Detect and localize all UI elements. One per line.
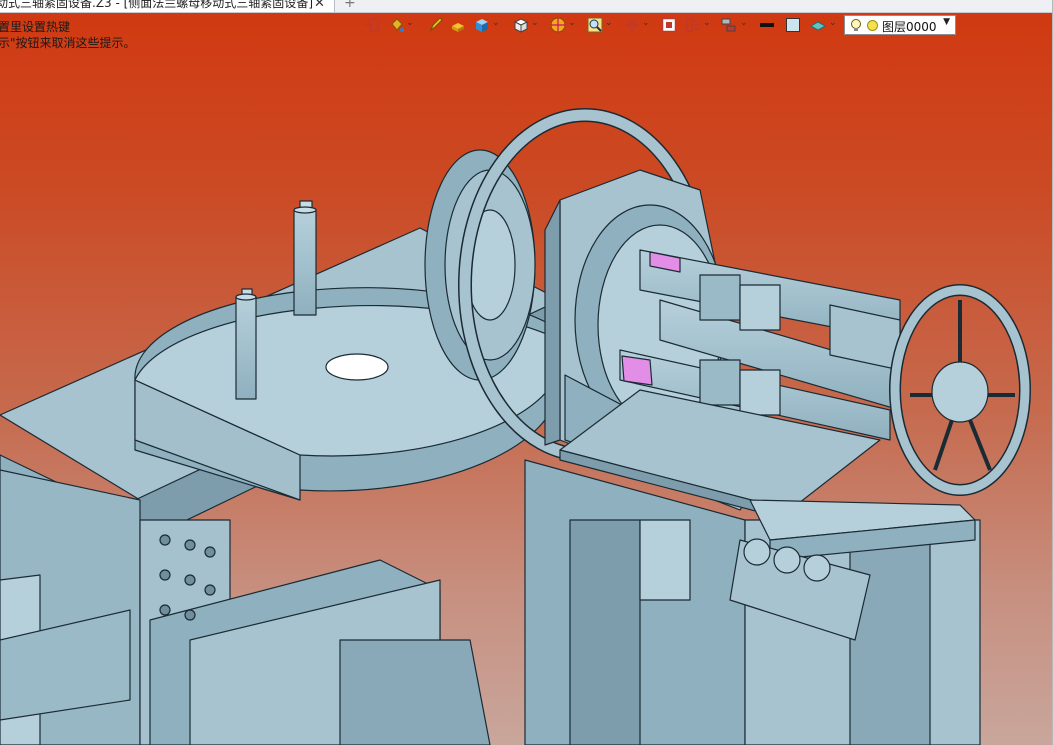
section-view-icon[interactable] [685, 17, 701, 33]
chevron-down-icon[interactable]: ⌄ [406, 18, 414, 28]
pencil-icon[interactable] [428, 17, 444, 33]
chevron-down-icon[interactable]: ⌄ [531, 18, 539, 28]
lightbulb-icon[interactable] [849, 18, 863, 33]
layers-filter-icon[interactable] [721, 17, 737, 33]
exit-icon[interactable] [364, 17, 380, 33]
layer-color-icon[interactable] [867, 20, 878, 31]
new-tab-icon[interactable]: + [344, 0, 356, 11]
cube-wire-icon[interactable] [513, 17, 529, 33]
handwheel-small [889, 284, 1031, 496]
block-color-icon[interactable] [450, 17, 466, 33]
chevron-down-icon[interactable]: ⌄ [829, 18, 837, 28]
surface-icon[interactable] [810, 17, 826, 33]
layer-value: 图层0000 [882, 20, 937, 34]
chevron-down-icon[interactable]: ⌄ [642, 18, 650, 28]
layer-select[interactable]: 图层0000 ▼ [844, 15, 956, 35]
document-tab[interactable]: 动式三轴紧固设备.Z3 - [侧面法兰螺母移动式三轴紧固设备] [0, 0, 335, 12]
screen-capture-icon[interactable] [661, 17, 677, 33]
model-viewport[interactable] [0, 40, 1053, 745]
document-tab-bar: 动式三轴紧固设备.Z3 - [侧面法兰螺母移动式三轴紧固设备] ✕ + [0, 0, 1053, 13]
tab-close-icon[interactable]: ✕ [314, 0, 325, 11]
zoom-fit-icon[interactable] [587, 17, 603, 33]
hint-line-1: 置里设置热键 [0, 20, 71, 34]
chevron-down-icon[interactable]: ⌄ [740, 18, 748, 28]
document-tab-title: 动式三轴紧固设备.Z3 - [侧面法兰螺母移动式三轴紧固设备] [0, 0, 313, 10]
chevron-down-icon[interactable]: ⌄ [568, 18, 576, 28]
line-color-icon[interactable] [759, 17, 775, 33]
paint-bucket-icon[interactable] [389, 17, 405, 33]
pivot-icon[interactable] [624, 17, 640, 33]
chevron-down-icon[interactable]: ⌄ [492, 18, 500, 28]
chevron-down-icon[interactable]: ⌄ [703, 18, 711, 28]
cube-shaded-icon[interactable] [474, 17, 490, 33]
fill-color-icon[interactable] [785, 17, 801, 33]
color-wheel-icon[interactable] [550, 17, 566, 33]
layer-dropdown-icon[interactable]: ▼ [943, 17, 950, 27]
chevron-down-icon[interactable]: ⌄ [605, 18, 613, 28]
